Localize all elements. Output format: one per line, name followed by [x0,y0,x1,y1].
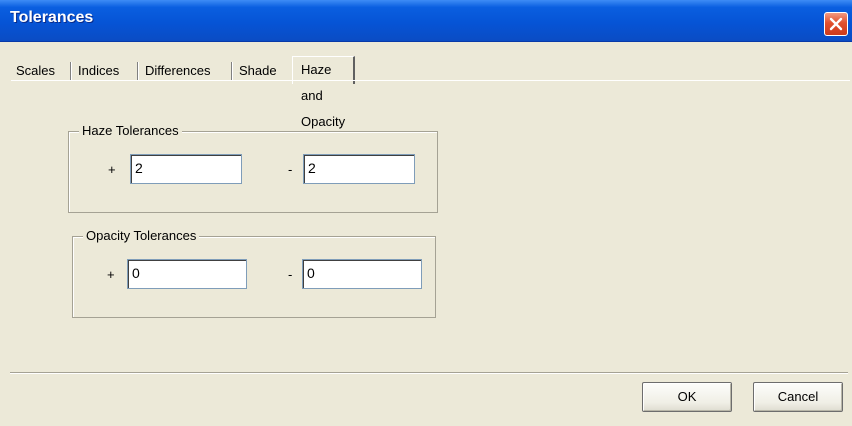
haze-plus-input[interactable]: 2 [130,154,242,184]
footer-separator [10,372,848,374]
haze-tolerances-group: Haze Tolerances + 2 - 2 [68,123,438,213]
haze-tolerances-label: Haze Tolerances [79,123,182,139]
tab-separator [70,62,72,80]
opacity-tolerances-group: Opacity Tolerances + 0 - 0 [72,228,436,318]
tab-differences[interactable]: Differences [141,60,215,82]
haze-minus-label: - [288,162,293,177]
opacity-tolerances-label: Opacity Tolerances [83,228,200,244]
tab-panel: Haze Tolerances + 2 - 2 Opacity Toleranc… [11,80,850,376]
tab-separator [231,62,233,80]
ok-button[interactable]: OK [642,382,732,412]
tab-separator [137,62,139,80]
tolerances-dialog: Tolerances Scales Indices Differences Sh… [0,0,852,426]
opacity-minus-label: - [288,267,293,282]
haze-minus-input[interactable]: 2 [303,154,415,184]
close-icon [829,17,843,31]
tab-indices[interactable]: Indices [74,60,123,82]
opacity-plus-label: + [107,267,115,282]
tab-scales[interactable]: Scales [12,60,59,82]
cancel-button[interactable]: Cancel [753,382,843,412]
opacity-plus-input[interactable]: 0 [127,259,247,289]
close-button[interactable] [824,12,848,36]
title-bar[interactable]: Tolerances [0,0,852,42]
haze-plus-label: + [108,162,116,177]
opacity-minus-input[interactable]: 0 [302,259,422,289]
window-title: Tolerances [10,9,94,26]
dialog-body: Scales Indices Differences Shade Haze an… [0,42,852,426]
tab-shade[interactable]: Shade [235,60,281,82]
